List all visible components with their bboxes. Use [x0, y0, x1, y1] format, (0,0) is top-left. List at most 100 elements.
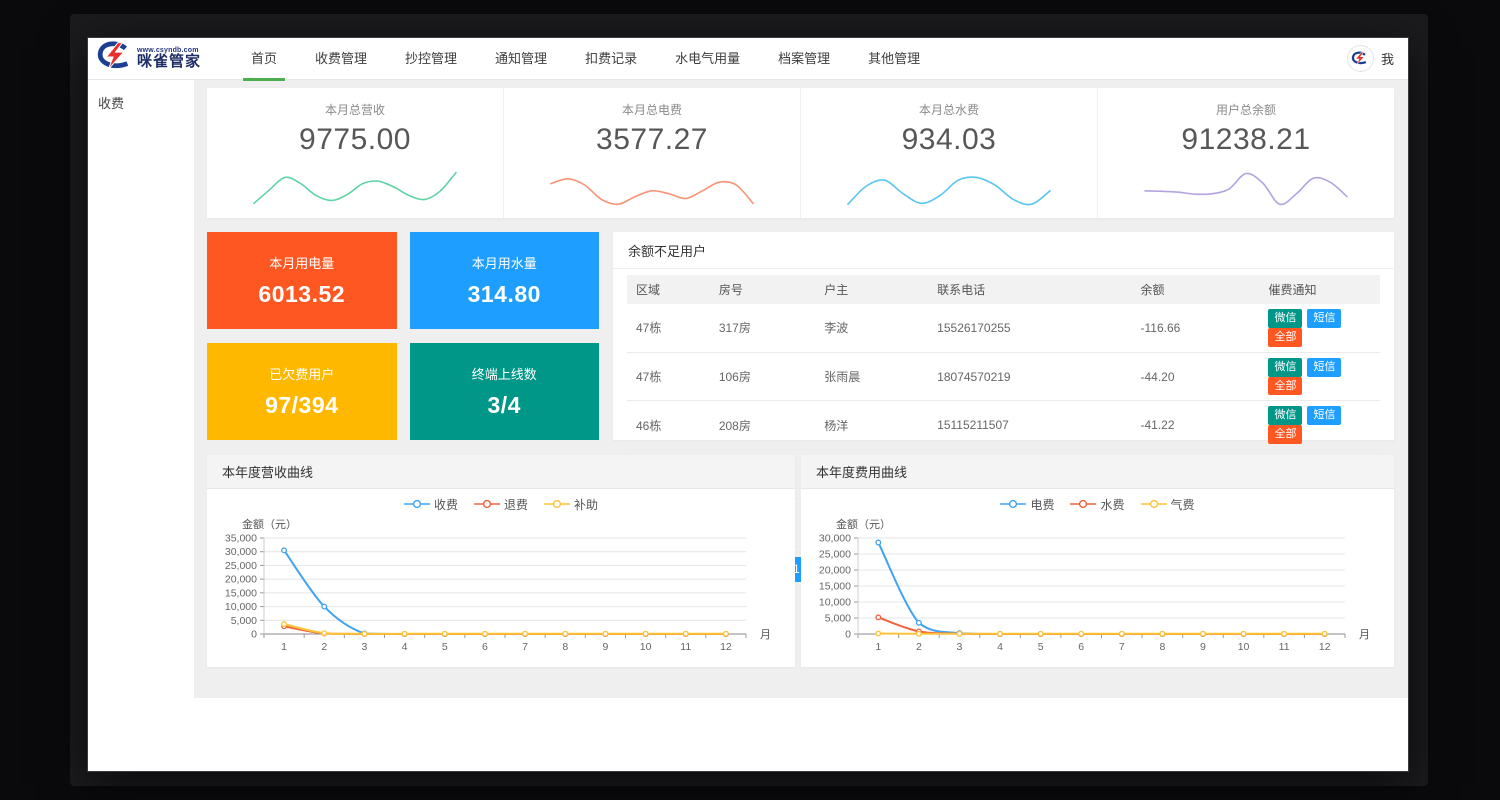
sidebar: 收费 [88, 80, 195, 698]
svg-text:4: 4 [997, 641, 1003, 653]
legend-label: 退费 [504, 496, 528, 513]
revenue-chart-ylabel: 金额（元） [242, 516, 790, 532]
table-cell: 李波 [815, 304, 928, 352]
table-column-header: 区域 [627, 275, 710, 304]
series-line-收费 [284, 550, 726, 634]
stat-sparkline [547, 158, 757, 214]
legend-item-水费[interactable]: 水费 [1070, 496, 1124, 513]
legend-item-气费[interactable]: 气费 [1141, 496, 1195, 513]
table-header-row: 区域房号户主联系电话余额催费通知 [627, 275, 1380, 304]
user-menu[interactable]: 我 [1347, 45, 1394, 72]
notify-all-button[interactable]: 全部 [1268, 425, 1302, 444]
svg-text:35,000: 35,000 [225, 533, 257, 545]
nav-item-4[interactable]: 扣费记录 [566, 38, 656, 80]
legend-item-收费[interactable]: 收费 [404, 496, 458, 513]
table-column-header: 联系电话 [928, 275, 1131, 304]
nav-item-0[interactable]: 首页 [232, 38, 296, 80]
expense-chart-svg: 05,00010,00015,00020,00025,00030,0001234… [806, 532, 1389, 666]
legend-line-icon [544, 499, 570, 509]
svg-text:10: 10 [1238, 641, 1250, 653]
legend-line-icon [1000, 499, 1026, 509]
table-row: 46栋208房杨洋15115211507-41.22微信短信全部 [627, 401, 1380, 450]
table-cell-actions: 微信短信全部 [1259, 401, 1380, 450]
kpi-tile-1: 本月用水量314.80 [410, 232, 600, 329]
kpi-tile-title: 已欠费用户 [269, 364, 334, 383]
legend-item-补助[interactable]: 补助 [544, 496, 598, 513]
svg-text:15,000: 15,000 [819, 581, 851, 593]
stats-summary-card: 本月总营收9775.00本月总电费3577.27本月总水费934.03用户总余额… [207, 88, 1394, 218]
app-window: www.csyndb.com 咪雀管家 首页收费管理抄控管理通知管理扣费记录水电… [88, 38, 1408, 771]
table-cell: 47栋 [627, 304, 710, 352]
table-column-header: 余额 [1131, 275, 1259, 304]
table-cell: 15526170255 [928, 304, 1131, 352]
svg-text:月: 月 [1359, 629, 1370, 641]
notify-wechat-button[interactable]: 微信 [1268, 309, 1302, 328]
brand-logo[interactable]: www.csyndb.com 咪雀管家 [96, 41, 218, 76]
expense-chart-title: 本年度费用曲线 [801, 455, 1394, 489]
stat-card-0: 本月总营收 9775.00 [207, 88, 503, 218]
svg-text:6: 6 [1078, 641, 1084, 653]
svg-text:4: 4 [402, 641, 408, 653]
svg-text:10,000: 10,000 [819, 597, 851, 609]
nav-item-6[interactable]: 档案管理 [759, 38, 849, 80]
middle-row: 本月用电量6013.52本月用水量314.80已欠费用户97/394终端上线数3… [207, 232, 1394, 440]
legend-label: 电费 [1030, 496, 1054, 513]
legend-item-退费[interactable]: 退费 [474, 496, 528, 513]
table-cell: 18074570219 [928, 352, 1131, 401]
svg-text:1: 1 [875, 641, 881, 653]
nav-item-7[interactable]: 其他管理 [849, 38, 939, 80]
legend-label: 收费 [434, 496, 458, 513]
svg-text:3: 3 [361, 641, 367, 653]
legend-item-电费[interactable]: 电费 [1000, 496, 1054, 513]
svg-text:12: 12 [720, 641, 732, 653]
stat-value: 91238.21 [1098, 123, 1394, 157]
nav-item-3[interactable]: 通知管理 [476, 38, 566, 80]
content-area: 收费 本月总营收9775.00本月总电费3577.27本月总水费934.03用户… [88, 80, 1408, 698]
sidebar-item-fees[interactable]: 收费 [88, 80, 194, 125]
svg-text:20,000: 20,000 [819, 565, 851, 577]
nav-item-1[interactable]: 收费管理 [296, 38, 386, 80]
svg-text:3: 3 [957, 641, 963, 653]
user-label: 我 [1381, 49, 1394, 68]
kpi-tile-value: 6013.52 [258, 281, 345, 308]
table-cell-actions: 微信短信全部 [1259, 304, 1380, 352]
svg-text:10: 10 [640, 641, 652, 653]
svg-text:30,000: 30,000 [225, 546, 257, 558]
svg-text:2: 2 [321, 641, 327, 653]
notify-all-button[interactable]: 全部 [1268, 377, 1302, 396]
brand-name: 咪雀管家 [137, 54, 201, 70]
stat-card-3: 用户总余额 91238.21 [1097, 88, 1394, 218]
table-cell: -41.22 [1131, 401, 1259, 450]
notify-wechat-button[interactable]: 微信 [1268, 406, 1302, 425]
svg-text:1: 1 [281, 641, 287, 653]
stat-value: 9775.00 [207, 123, 503, 157]
table-row: 47栋106房张雨晨18074570219-44.20微信短信全部 [627, 352, 1380, 401]
series-line-电费 [878, 543, 1324, 635]
notify-all-button[interactable]: 全部 [1268, 328, 1302, 347]
stat-title: 用户总余额 [1098, 101, 1394, 118]
expense-chart-legend: 电费 水费气费 [806, 495, 1389, 513]
notify-wechat-button[interactable]: 微信 [1268, 358, 1302, 377]
lightning-logo-icon [96, 41, 134, 76]
stat-title: 本月总营收 [207, 101, 503, 118]
nav-item-2[interactable]: 抄控管理 [386, 38, 476, 80]
legend-label: 水费 [1100, 496, 1124, 513]
kpi-tile-0: 本月用电量6013.52 [207, 232, 397, 329]
svg-text:2: 2 [916, 641, 922, 653]
table-cell: -116.66 [1131, 304, 1259, 352]
brand-text: www.csyndb.com 咪雀管家 [137, 47, 201, 70]
svg-text:11: 11 [1279, 641, 1290, 653]
table-cell: -44.20 [1131, 352, 1259, 401]
nav-active-underline [243, 78, 285, 81]
table-column-header: 户主 [815, 275, 928, 304]
nav-item-5[interactable]: 水电气用量 [656, 38, 759, 80]
stat-sparkline [844, 158, 1054, 214]
legend-line-icon [474, 499, 500, 509]
revenue-chart-card: 本年度营收曲线 收费退费补助 金额（元） 05,00010,00015,0002… [207, 455, 795, 667]
notify-sms-button[interactable]: 短信 [1307, 406, 1341, 425]
svg-text:8: 8 [1159, 641, 1165, 653]
user-avatar [1347, 45, 1374, 72]
kpi-tile-value: 314.80 [468, 281, 541, 308]
notify-sms-button[interactable]: 短信 [1307, 309, 1341, 328]
notify-sms-button[interactable]: 短信 [1307, 358, 1341, 377]
